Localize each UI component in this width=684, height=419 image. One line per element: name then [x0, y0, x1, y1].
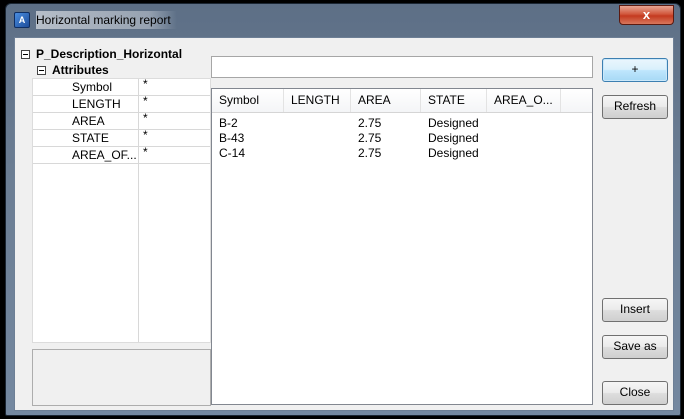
property-name: Symbol [72, 80, 113, 94]
collapse-icon[interactable] [37, 66, 46, 75]
table-row[interactable]: B-43 2.75 Designed [212, 131, 592, 146]
column-header-length[interactable]: LENGTH [284, 89, 351, 112]
cell-symbol: B-2 [219, 116, 238, 130]
window-title: Horizontal marking report [36, 11, 177, 29]
close-button[interactable]: Close [602, 381, 668, 405]
cell-symbol: C-14 [219, 146, 246, 160]
window-close-button[interactable]: x [619, 5, 674, 25]
column-header-area[interactable]: AREA [351, 89, 421, 112]
property-value[interactable]: * [143, 77, 148, 91]
property-grid: Symbol * LENGTH * AREA * STATE * AREA_OF… [32, 77, 211, 343]
app-icon: A [14, 12, 30, 28]
results-list-view[interactable]: Symbol LENGTH AREA STATE AREA_O... B-2 2… [211, 88, 593, 405]
tree-root-node[interactable]: P_Description_Horizontal [21, 46, 182, 62]
cell-symbol: B-43 [219, 131, 245, 145]
property-name: AREA [72, 114, 105, 128]
property-name: LENGTH [72, 97, 121, 111]
column-header-area-o[interactable]: AREA_O... [487, 89, 561, 112]
collapse-icon[interactable] [21, 50, 30, 59]
property-value[interactable]: * [143, 128, 148, 142]
property-row-length[interactable]: LENGTH * [33, 94, 210, 113]
property-value[interactable]: * [143, 111, 148, 125]
tree-root-label: P_Description_Horizontal [36, 47, 183, 61]
cell-area: 2.75 [358, 131, 382, 145]
property-value[interactable]: * [143, 145, 148, 159]
table-row[interactable]: C-14 2.75 Designed [212, 146, 592, 161]
refresh-button[interactable]: Refresh [602, 95, 668, 119]
column-header-symbol[interactable]: Symbol [212, 89, 284, 112]
tree-group-node[interactable]: Attributes [37, 62, 109, 78]
table-row[interactable]: B-2 2.75 Designed [212, 116, 592, 131]
dialog-window: A Horizontal marking report x P_Descript… [5, 3, 681, 416]
property-value[interactable]: * [143, 94, 148, 108]
save-as-button[interactable]: Save as [602, 335, 668, 359]
property-row-area-of[interactable]: AREA_OF... * [33, 145, 210, 164]
add-button[interactable]: + [602, 58, 668, 82]
cell-state: Designed [428, 116, 479, 130]
property-row-symbol[interactable]: Symbol * [33, 77, 210, 96]
cell-state: Designed [428, 131, 479, 145]
cell-area: 2.75 [358, 146, 382, 160]
insert-button[interactable]: Insert [602, 298, 668, 322]
property-row-state[interactable]: STATE * [33, 128, 210, 147]
column-header-state[interactable]: STATE [421, 89, 487, 112]
cell-state: Designed [428, 146, 479, 160]
description-panel [32, 349, 211, 406]
filter-input[interactable] [211, 56, 593, 78]
property-name: STATE [72, 131, 109, 145]
tree-group-label: Attributes [52, 63, 109, 77]
cell-area: 2.75 [358, 116, 382, 130]
dialog-client-area: P_Description_Horizontal Attributes Symb… [14, 37, 674, 411]
list-header: Symbol LENGTH AREA STATE AREA_O... [212, 89, 592, 113]
property-name: AREA_OF... [72, 148, 137, 162]
property-row-area[interactable]: AREA * [33, 111, 210, 130]
title-bar[interactable]: A Horizontal marking report x [6, 4, 682, 34]
